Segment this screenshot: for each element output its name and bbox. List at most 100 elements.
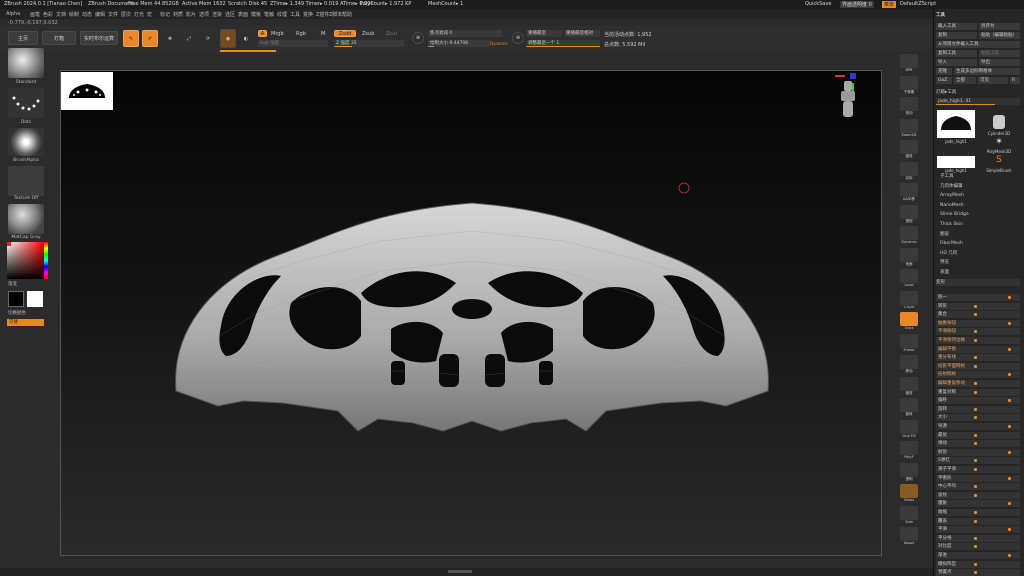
slider-knob[interactable] [1008, 476, 1011, 480]
shelf-button-18[interactable] [900, 441, 918, 455]
subsection-7[interactable]: FiberMesh [940, 240, 963, 247]
slider-knob[interactable] [974, 536, 977, 540]
brush-thumbnail[interactable] [8, 48, 44, 78]
deform-slider-32[interactable]: 预置点 [936, 569, 1020, 576]
deform-slider-21[interactable]: 平衡形 [936, 474, 1020, 482]
menu-item[interactable]: Z插件 [316, 11, 329, 18]
shelf-button-6[interactable] [900, 183, 918, 197]
dynamic-toggle[interactable]: Dynamic [490, 41, 508, 46]
gradient-sphere-button[interactable]: ◐ [238, 29, 254, 48]
shelf-button-11[interactable] [900, 290, 918, 305]
deform-slider-20[interactable]: 滑子平滑 [936, 466, 1020, 473]
slider-knob[interactable] [974, 511, 977, 514]
slider-knob[interactable] [1008, 321, 1011, 325]
subsection-6[interactable]: 图层 [940, 231, 949, 238]
menu-item[interactable]: 纹理 [277, 11, 287, 18]
menu-item[interactable]: Alpha [6, 11, 20, 17]
quicksave-button[interactable]: QuickSave [805, 1, 831, 7]
menu-item[interactable]: 模板 [251, 11, 261, 18]
slider-knob[interactable] [974, 416, 977, 420]
menu-item[interactable]: 编辑 [95, 11, 105, 18]
shelf-button-19[interactable] [900, 462, 918, 477]
shelf-button-9[interactable] [900, 247, 918, 262]
deform-slider-13[interactable]: 旋转 [936, 405, 1020, 413]
deform-slider-17[interactable]: 弹动 [936, 440, 1020, 448]
slider-knob[interactable] [1008, 373, 1011, 377]
replay-last-relative-button[interactable]: 重播最后相对 [564, 30, 600, 37]
deform-slider-7[interactable]: 重分布线 [936, 354, 1020, 362]
slider-knob[interactable] [1008, 554, 1011, 557]
save-as-button[interactable]: 另存为 [979, 23, 1020, 30]
deform-slider-27[interactable]: 平滑 [936, 526, 1020, 534]
move-button[interactable]: ✥ [162, 30, 178, 47]
shelf-button-17[interactable] [900, 419, 918, 434]
bottom-shelf-handle[interactable] [448, 570, 472, 573]
deform-slider-9[interactable]: 投射网格 [936, 371, 1020, 379]
polymesh-star-icon[interactable]: ✶ [981, 137, 1017, 149]
menu-item[interactable]: 动态 [82, 11, 92, 18]
load-tool-button[interactable]: 载入工具 [936, 23, 977, 30]
deform-slider-0[interactable]: 统一 [936, 294, 1020, 301]
slider-knob[interactable] [974, 562, 977, 566]
deform-slider-11[interactable]: 重复对称 [936, 388, 1020, 396]
simplebrush-icon[interactable]: S [981, 155, 1017, 167]
deform-slider-18[interactable]: 射验 [936, 448, 1020, 456]
focal-icon-button[interactable]: ⊕ [412, 32, 424, 44]
menu-item[interactable]: 文档 [56, 11, 66, 18]
subsection-2[interactable]: ArrayMesh [940, 192, 964, 199]
canvas-viewport[interactable] [60, 70, 882, 556]
deform-slider-28[interactable]: 平分线 [936, 534, 1020, 542]
material-swatch-button[interactable]: ◉ [220, 29, 236, 48]
slider-knob[interactable] [974, 304, 977, 308]
slider-knob[interactable] [1008, 502, 1011, 506]
deform-slider-2[interactable]: 集合 [936, 311, 1020, 319]
subsection-4[interactable]: Slime Bridge [940, 211, 969, 218]
slider-knob[interactable] [974, 382, 977, 385]
lightbox-button[interactable]: 灯箱 [42, 31, 76, 45]
shelf-button-7[interactable] [900, 204, 918, 219]
deform-slider-25[interactable]: 收缩 [936, 509, 1020, 516]
deform-slider-4[interactable]: 平滑按钮 [936, 328, 1020, 336]
shelf-button-0[interactable] [900, 54, 918, 68]
slider-knob[interactable] [974, 493, 977, 497]
current-tool-slider[interactable]: jade_high1. 41 [936, 98, 1020, 105]
shelf-button-2[interactable] [900, 97, 918, 111]
slider-knob[interactable] [974, 571, 977, 575]
slider-knob[interactable] [974, 433, 977, 437]
slider-knob[interactable] [1008, 399, 1011, 403]
menu-item[interactable]: 标记 [160, 11, 170, 18]
slider-knob[interactable] [1008, 450, 1011, 454]
focal-shift-slider[interactable]: 焦点衰减 0 [428, 30, 502, 37]
rgb-button[interactable]: Rgb [296, 31, 306, 37]
deform-slider-6[interactable]: 编辑平衡 [936, 345, 1020, 353]
subsection-10[interactable]: 表面 [940, 269, 949, 276]
main-color-swatch[interactable] [8, 291, 24, 307]
tool-thumb-jade-1[interactable] [937, 110, 975, 138]
shelf-button-16[interactable] [900, 398, 918, 412]
load-from-project-button[interactable]: 从项目文件载入工具 [936, 41, 1020, 48]
lightbox-tools-link[interactable]: 灯箱▸工具 [936, 89, 956, 96]
zsub-button[interactable]: Zsub [362, 31, 374, 37]
secondary-color-swatch[interactable] [27, 291, 43, 307]
shelf-button-15[interactable] [900, 376, 918, 391]
paste-button[interactable]: 粘贴（编辑粘贴） [979, 32, 1020, 39]
menu-item[interactable]: 帮助 [342, 11, 352, 18]
menu-item[interactable]: 工具 [290, 11, 300, 18]
shelf-button-8[interactable] [900, 226, 918, 240]
alternate-button[interactable]: 交替 [7, 319, 44, 326]
deform-slider-3[interactable]: 抽象按钮 [936, 319, 1020, 327]
menu-item[interactable]: 文件 [108, 11, 118, 18]
a-button[interactable]: A [258, 30, 267, 37]
material-thumbnail[interactable] [8, 204, 44, 234]
subsection-0[interactable]: 子工具 [940, 173, 954, 180]
copy-button[interactable]: 复制 [936, 32, 977, 39]
goz-button[interactable]: GoZ [936, 77, 952, 84]
slider-knob[interactable] [974, 468, 977, 471]
slider-knob[interactable] [974, 356, 977, 360]
deform-slider-24[interactable]: 膜胀 [936, 500, 1020, 508]
slider-knob[interactable] [974, 313, 977, 317]
shelf-button-5[interactable] [900, 161, 918, 176]
deform-slider-10[interactable]: 编辑重复移动 [936, 380, 1020, 387]
shelf-button-10[interactable] [900, 269, 918, 283]
default-zscript[interactable]: DefaultZScript [900, 1, 936, 7]
